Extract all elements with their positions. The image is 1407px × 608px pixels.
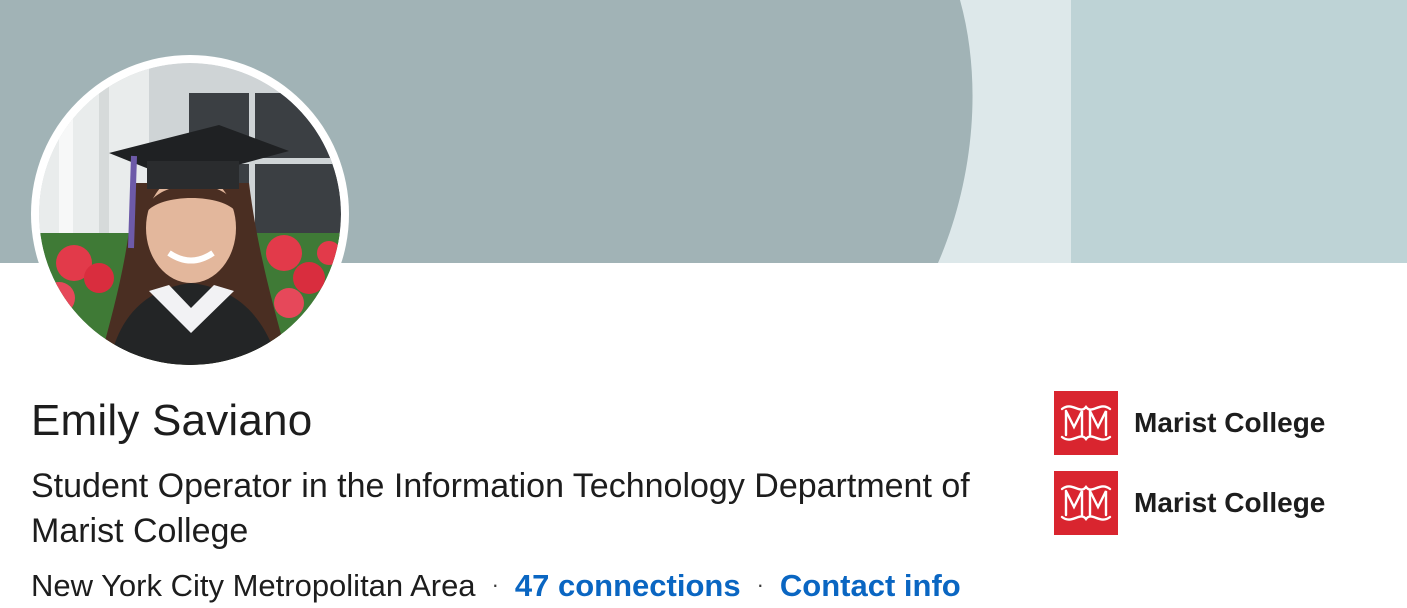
profile-card: Emily Saviano Student Operator in the In… <box>0 0 1407 608</box>
profile-photo-image <box>39 63 341 365</box>
separator-dot: · <box>756 572 764 597</box>
marist-logo-icon <box>1054 391 1118 455</box>
organization-name: Marist College <box>1134 407 1326 438</box>
profile-meta-row: New York City Metropolitan Area · 47 conne… <box>31 566 961 605</box>
organizations-list: Marist College Marist College <box>1054 391 1325 551</box>
separator-dot: · <box>491 572 499 597</box>
marist-logo-icon <box>1054 471 1118 535</box>
organization-item[interactable]: Marist College <box>1054 391 1325 455</box>
organization-name: Marist College <box>1134 487 1326 518</box>
profile-headline: Student Operator in the Information Tech… <box>31 467 970 550</box>
connections-link[interactable]: 47 connections <box>515 568 741 603</box>
contact-info-link[interactable]: Contact info <box>780 568 961 603</box>
profile-photo[interactable] <box>31 55 349 373</box>
organization-item[interactable]: Marist College <box>1054 471 1325 535</box>
location-text: New York City Metropolitan Area <box>31 568 476 603</box>
profile-name: Emily Saviano <box>31 396 313 445</box>
